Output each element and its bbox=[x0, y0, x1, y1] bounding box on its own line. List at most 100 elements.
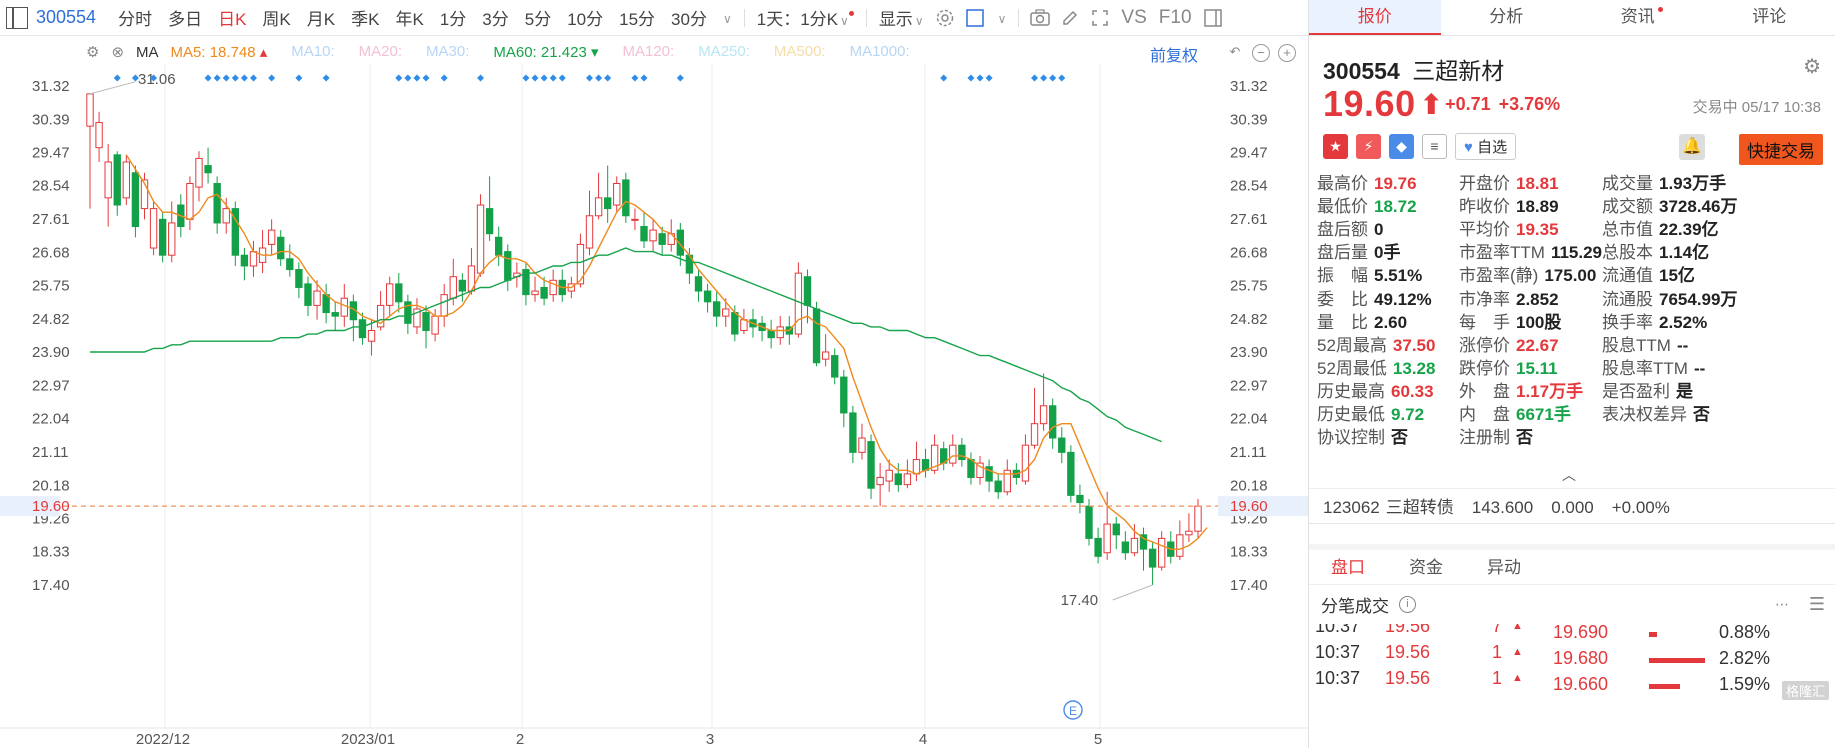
signal-diamond[interactable] bbox=[985, 74, 993, 82]
period-tab[interactable]: 3分 bbox=[474, 5, 516, 30]
period-tab[interactable]: 年K bbox=[387, 5, 431, 30]
signal-diamond[interactable] bbox=[1031, 74, 1039, 82]
color-dropdown[interactable]: ∨ bbox=[990, 8, 1013, 28]
signal-diamond[interactable] bbox=[422, 74, 430, 82]
panel-toggle-icon[interactable] bbox=[1198, 3, 1228, 33]
camera-icon[interactable] bbox=[1025, 3, 1055, 33]
zoom-in-icon[interactable]: + bbox=[1278, 44, 1296, 62]
signal-diamond[interactable] bbox=[240, 74, 248, 82]
menu-icon[interactable]: ☰ bbox=[1809, 594, 1825, 615]
signal-diamond[interactable] bbox=[640, 74, 648, 82]
ma-item[interactable]: MA250: bbox=[698, 43, 750, 61]
bell-icon[interactable]: 🔔 bbox=[1679, 134, 1705, 160]
signal-diamond[interactable] bbox=[676, 74, 684, 82]
signal-diamond[interactable] bbox=[231, 74, 239, 82]
tag-icon[interactable]: ◆ bbox=[1389, 133, 1414, 159]
draw-pencil-icon[interactable] bbox=[1055, 3, 1085, 33]
period-tab[interactable]: 周K bbox=[254, 5, 298, 30]
period-tab[interactable]: 分时 bbox=[110, 5, 160, 30]
signal-diamond[interactable] bbox=[295, 74, 303, 82]
signal-diamond[interactable] bbox=[549, 74, 557, 82]
info-icon[interactable]: i bbox=[1399, 596, 1416, 613]
ma-label[interactable]: MA bbox=[136, 44, 159, 61]
signal-diamond[interactable] bbox=[249, 74, 257, 82]
signal-diamond[interactable] bbox=[440, 74, 448, 82]
color-box-icon[interactable] bbox=[960, 3, 990, 33]
signal-diamond[interactable] bbox=[404, 74, 412, 82]
stock-code-label[interactable]: 300554 bbox=[36, 7, 96, 28]
signal-diamond[interactable] bbox=[322, 74, 330, 82]
ma-item[interactable]: MA30: bbox=[426, 43, 469, 61]
signal-diamond[interactable] bbox=[595, 74, 603, 82]
trades-list[interactable]: 格隆汇 10:37 19.56 7 ▲ 19.690 0.88% 10:37 19.56 1 ▲ 1… bbox=[1309, 624, 1835, 704]
period-tab[interactable]: 月K bbox=[299, 5, 343, 30]
period-tab[interactable]: 10分 bbox=[559, 5, 611, 30]
kline-chart-area[interactable]: 2022/12 2023/01 2 3 4 5 31.32 31.32 30.39 30.39 29… bbox=[0, 36, 1308, 748]
signal-diamond[interactable] bbox=[268, 74, 276, 82]
ma-item[interactable]: MA20: bbox=[359, 43, 402, 61]
signal-diamond[interactable] bbox=[558, 74, 566, 82]
range-dropdown[interactable]: 1天：1分K ∨ bbox=[751, 5, 860, 30]
signal-diamond[interactable] bbox=[1049, 74, 1057, 82]
period-tab[interactable]: 1分 bbox=[432, 5, 474, 30]
period-tab[interactable]: 5分 bbox=[517, 5, 559, 30]
settings-gear-icon[interactable] bbox=[930, 3, 960, 33]
ma-settings-icon[interactable]: ⚙ bbox=[86, 43, 99, 61]
period-tab[interactable]: 季K bbox=[343, 5, 387, 30]
ma-item[interactable]: MA1000: bbox=[850, 43, 910, 61]
more-dots-icon[interactable]: ⋯ bbox=[1775, 596, 1789, 613]
signal-diamond[interactable] bbox=[940, 74, 948, 82]
kline-chart[interactable]: 2022/12 2023/01 2 3 4 5 31.32 31.32 30.39 30.39 29… bbox=[0, 36, 1308, 748]
ma-item[interactable]: MA5: 18.748 ▴ bbox=[171, 43, 268, 61]
signal-diamond[interactable] bbox=[477, 74, 485, 82]
tab-1[interactable]: 分析 bbox=[1441, 0, 1573, 35]
period-tab[interactable]: 15分 bbox=[611, 5, 663, 30]
signal-diamond[interactable] bbox=[586, 74, 594, 82]
sidebar-toggle-icon[interactable] bbox=[6, 6, 28, 29]
zoom-out-icon[interactable]: − bbox=[1252, 44, 1270, 62]
signal-diamond[interactable] bbox=[213, 74, 221, 82]
convertible-bond-row[interactable]: 123062 三超转债 143.600 0.000 +0.00% bbox=[1309, 488, 1835, 524]
signal-diamond[interactable] bbox=[1058, 74, 1066, 82]
tab-0[interactable]: 报价 bbox=[1309, 0, 1441, 35]
collapse-up-icon[interactable]: ︿ bbox=[1562, 465, 1576, 485]
ma-item[interactable]: MA120: bbox=[622, 43, 674, 61]
quick-trade-button[interactable]: 快捷交易 bbox=[1739, 134, 1823, 165]
display-dropdown[interactable]: 显示 ∨ bbox=[873, 5, 930, 30]
adjust-dropdown[interactable]: 前复权 bbox=[1150, 42, 1198, 66]
lightning-icon[interactable]: ⚡ bbox=[1356, 133, 1381, 159]
signal-diamond[interactable] bbox=[631, 74, 639, 82]
ma-item[interactable]: MA60: 21.423 ▾ bbox=[493, 43, 598, 61]
fullscreen-icon[interactable] bbox=[1085, 3, 1115, 33]
ma-item[interactable]: MA10: bbox=[291, 43, 334, 61]
notes-icon[interactable]: ≡ bbox=[1422, 133, 1447, 159]
add-watchlist-button[interactable]: ♥ 自选 bbox=[1455, 132, 1517, 160]
signal-diamond[interactable] bbox=[522, 74, 530, 82]
gear-icon[interactable]: ⚙ bbox=[1803, 54, 1821, 79]
signal-diamond[interactable] bbox=[395, 74, 403, 82]
undo-icon[interactable]: ↶ bbox=[1226, 44, 1244, 62]
bottom-tab[interactable]: 异动 bbox=[1465, 550, 1543, 584]
vs-button[interactable]: VS bbox=[1115, 7, 1152, 29]
period-tab[interactable]: 日K bbox=[210, 5, 254, 30]
signal-diamond[interactable] bbox=[540, 74, 548, 82]
ma-close-icon[interactable]: ⊗ bbox=[111, 43, 124, 61]
ma-item[interactable]: MA500: bbox=[774, 43, 826, 61]
bottom-tab[interactable]: 盘口 bbox=[1309, 550, 1387, 584]
signal-diamond[interactable] bbox=[976, 74, 984, 82]
signal-diamond[interactable] bbox=[531, 74, 539, 82]
signal-diamond[interactable] bbox=[1040, 74, 1048, 82]
bottom-tab[interactable]: 资金 bbox=[1387, 550, 1465, 584]
tab-3[interactable]: 评论 bbox=[1704, 0, 1835, 35]
signal-diamond[interactable] bbox=[967, 74, 975, 82]
period-more-dropdown[interactable]: ∨ bbox=[715, 8, 738, 28]
period-tab[interactable]: 多日 bbox=[160, 5, 210, 30]
tab-2[interactable]: 资讯 bbox=[1572, 0, 1704, 35]
signal-diamond[interactable] bbox=[113, 74, 121, 82]
signal-diamond[interactable] bbox=[604, 74, 612, 82]
signal-diamond[interactable] bbox=[413, 74, 421, 82]
signal-diamond[interactable] bbox=[204, 74, 212, 82]
signal-diamond[interactable] bbox=[222, 74, 230, 82]
period-tab[interactable]: 30分 bbox=[663, 5, 715, 30]
f10-button[interactable]: F10 bbox=[1153, 7, 1198, 29]
